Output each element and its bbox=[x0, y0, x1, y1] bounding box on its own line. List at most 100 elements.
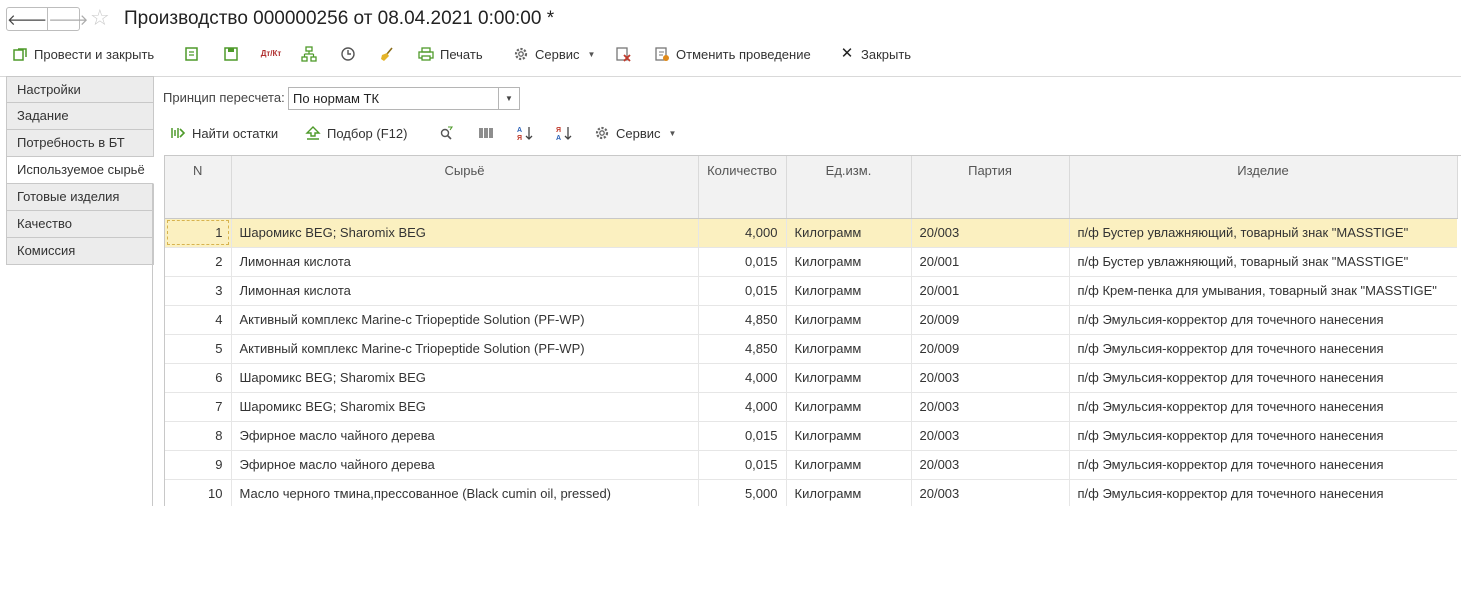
service-menu-button[interactable]: Сервис ▼ bbox=[513, 40, 595, 68]
product-cell[interactable]: п/ф Эмульсия-корректор для точечного нан… bbox=[1069, 305, 1457, 335]
table-row[interactable]: 5 Активный комплекс Marine-c Triopeptide … bbox=[165, 334, 1457, 364]
material-cell[interactable]: Активный комплекс Marine-c Triopeptide S… bbox=[231, 305, 699, 335]
unit-cell[interactable]: Килограмм bbox=[786, 363, 912, 393]
row-number-cell[interactable]: 3 bbox=[165, 276, 232, 306]
material-cell[interactable]: Лимонная кислота bbox=[231, 276, 699, 306]
batch-cell[interactable]: 20/001 bbox=[911, 247, 1070, 277]
table-service-menu-button[interactable]: Сервис ▼ bbox=[594, 121, 676, 145]
unit-cell[interactable]: Килограмм bbox=[786, 450, 912, 480]
favorite-star-icon[interactable]: ☆ bbox=[90, 6, 110, 30]
material-cell[interactable]: Эфирное масло чайного дерева bbox=[231, 450, 699, 480]
recalc-principle-select[interactable]: По нормам ТК ▼ bbox=[288, 87, 520, 110]
close-button[interactable]: ✕ Закрыть bbox=[839, 40, 911, 68]
batch-cell[interactable]: 20/001 bbox=[911, 276, 1070, 306]
tab-task[interactable]: Задание bbox=[6, 103, 154, 130]
sort-asc-button[interactable]: АЯ bbox=[517, 121, 533, 145]
material-cell[interactable]: Масло черного тмина,прессованное (Black … bbox=[231, 479, 699, 506]
unit-cell[interactable]: Килограмм bbox=[786, 305, 912, 335]
batch-cell[interactable]: 20/003 bbox=[911, 363, 1070, 393]
material-cell[interactable]: Шаромикс BEG; Sharomix BEG bbox=[231, 392, 699, 422]
quantity-cell[interactable]: 0,015 bbox=[698, 247, 787, 277]
product-cell[interactable]: п/ф Эмульсия-корректор для точечного нан… bbox=[1069, 479, 1457, 506]
chevron-down-icon[interactable]: ▼ bbox=[498, 88, 519, 109]
batch-cell[interactable]: 20/003 bbox=[911, 392, 1070, 422]
quantity-cell[interactable]: 0,015 bbox=[698, 450, 787, 480]
pick-button[interactable]: Подбор (F12) bbox=[305, 121, 407, 145]
product-cell[interactable]: п/ф Эмульсия-корректор для точечного нан… bbox=[1069, 334, 1457, 364]
row-number-cell[interactable]: 9 bbox=[165, 450, 232, 480]
find-rest-button[interactable]: Найти остатки bbox=[170, 121, 278, 145]
unit-cell[interactable]: Килограмм bbox=[786, 392, 912, 422]
print-button[interactable]: Печать bbox=[418, 40, 483, 68]
unit-cell[interactable]: Килограмм bbox=[786, 247, 912, 277]
table-row[interactable]: 3 Лимонная кислота 0,015 Килограмм 20/001 п/ф… bbox=[165, 276, 1457, 306]
material-cell[interactable]: Шаромикс BEG; Sharomix BEG bbox=[231, 363, 699, 393]
row-number-cell[interactable]: 6 bbox=[165, 363, 232, 393]
material-cell[interactable]: Лимонная кислота bbox=[231, 247, 699, 277]
dt-kt-button[interactable]: Дт/Кт bbox=[261, 40, 282, 68]
quantity-cell[interactable]: 4,000 bbox=[698, 218, 787, 248]
tab-settings[interactable]: Настройки bbox=[6, 76, 154, 103]
row-number-cell[interactable]: 10 bbox=[165, 479, 232, 506]
barcode-button[interactable] bbox=[478, 121, 494, 145]
table-row[interactable]: 1 Шаромикс BEG; Sharomix BEG 4,000 Килограм… bbox=[165, 218, 1457, 248]
table-row[interactable]: 6 Шаромикс BEG; Sharomix BEG 4,000 Килограм… bbox=[165, 363, 1457, 393]
batch-cell[interactable]: 20/003 bbox=[911, 479, 1070, 506]
table-row[interactable]: 8 Эфирное масло чайного дерева 0,015 Килогр… bbox=[165, 421, 1457, 451]
structure-button[interactable] bbox=[301, 40, 317, 68]
column-header-n[interactable]: N bbox=[165, 156, 232, 219]
table-row[interactable]: 9 Эфирное масло чайного дерева 0,015 Килогр… bbox=[165, 450, 1457, 480]
column-header-material[interactable]: Сырьё bbox=[231, 156, 699, 219]
quantity-cell[interactable]: 0,015 bbox=[698, 276, 787, 306]
material-cell[interactable]: Активный комплекс Marine-c Triopeptide S… bbox=[231, 334, 699, 364]
product-cell[interactable]: п/ф Крем-пенка для умывания, товарный зн… bbox=[1069, 276, 1457, 306]
quantity-cell[interactable]: 4,000 bbox=[698, 363, 787, 393]
post-and-close-button[interactable]: Провести и закрыть bbox=[12, 40, 154, 68]
row-number-cell[interactable]: 8 bbox=[165, 421, 232, 451]
column-header-batch[interactable]: Партия bbox=[911, 156, 1070, 219]
row-number-cell[interactable]: 4 bbox=[165, 305, 232, 335]
quantity-cell[interactable]: 4,000 bbox=[698, 392, 787, 422]
history-button[interactable] bbox=[340, 40, 356, 68]
row-number-cell[interactable]: 2 bbox=[165, 247, 232, 277]
column-header-product[interactable]: Изделие bbox=[1069, 156, 1458, 219]
back-button[interactable]: 🡐 bbox=[7, 8, 47, 30]
product-cell[interactable]: п/ф Эмульсия-корректор для точечного нан… bbox=[1069, 392, 1457, 422]
batch-cell[interactable]: 20/003 bbox=[911, 218, 1070, 248]
tab-finished-products[interactable]: Готовые изделия bbox=[6, 184, 154, 211]
batch-cell[interactable]: 20/003 bbox=[911, 450, 1070, 480]
table-row[interactable]: 10 Масло черного тмина,прессованное (Blac… bbox=[165, 479, 1457, 506]
unit-cell[interactable]: Килограмм bbox=[786, 218, 912, 248]
tab-quality[interactable]: Качество bbox=[6, 211, 154, 238]
save-button[interactable] bbox=[223, 40, 239, 68]
batch-cell[interactable]: 20/009 bbox=[911, 334, 1070, 364]
post-button[interactable] bbox=[184, 40, 200, 68]
row-number-cell[interactable]: 1 bbox=[165, 218, 232, 248]
product-cell[interactable]: п/ф Бустер увлажняющий, товарный знак "M… bbox=[1069, 247, 1457, 277]
search-replace-button[interactable] bbox=[439, 121, 455, 145]
product-cell[interactable]: п/ф Бустер увлажняющий, товарный знак "M… bbox=[1069, 218, 1457, 248]
unit-cell[interactable]: Килограмм bbox=[786, 334, 912, 364]
tab-bt-demand[interactable]: Потребность в БТ bbox=[6, 130, 154, 157]
material-cell[interactable]: Шаромикс BEG; Sharomix BEG bbox=[231, 218, 699, 248]
unit-cell[interactable]: Килограмм bbox=[786, 276, 912, 306]
table-row[interactable]: 7 Шаромикс BEG; Sharomix BEG 4,000 Килограм… bbox=[165, 392, 1457, 422]
batch-cell[interactable]: 20/009 bbox=[911, 305, 1070, 335]
clear-button[interactable] bbox=[379, 40, 395, 68]
tab-used-materials[interactable]: Используемое сырьё bbox=[6, 157, 154, 184]
tab-commission[interactable]: Комиссия bbox=[6, 238, 154, 265]
quantity-cell[interactable]: 4,850 bbox=[698, 334, 787, 364]
row-number-cell[interactable]: 7 bbox=[165, 392, 232, 422]
material-cell[interactable]: Эфирное масло чайного дерева bbox=[231, 421, 699, 451]
table-row[interactable]: 4 Активный комплекс Marine-c Triopeptide … bbox=[165, 305, 1457, 335]
quantity-cell[interactable]: 4,850 bbox=[698, 305, 787, 335]
unit-cell[interactable]: Килограмм bbox=[786, 479, 912, 506]
quantity-cell[interactable]: 5,000 bbox=[698, 479, 787, 506]
forward-button[interactable]: 🡒 bbox=[47, 8, 88, 30]
product-cell[interactable]: п/ф Эмульсия-корректор для точечного нан… bbox=[1069, 450, 1457, 480]
product-cell[interactable]: п/ф Эмульсия-корректор для точечного нан… bbox=[1069, 421, 1457, 451]
column-header-unit[interactable]: Ед.изм. bbox=[786, 156, 912, 219]
row-number-cell[interactable]: 5 bbox=[165, 334, 232, 364]
product-cell[interactable]: п/ф Эмульсия-корректор для точечного нан… bbox=[1069, 363, 1457, 393]
batch-cell[interactable]: 20/003 bbox=[911, 421, 1070, 451]
